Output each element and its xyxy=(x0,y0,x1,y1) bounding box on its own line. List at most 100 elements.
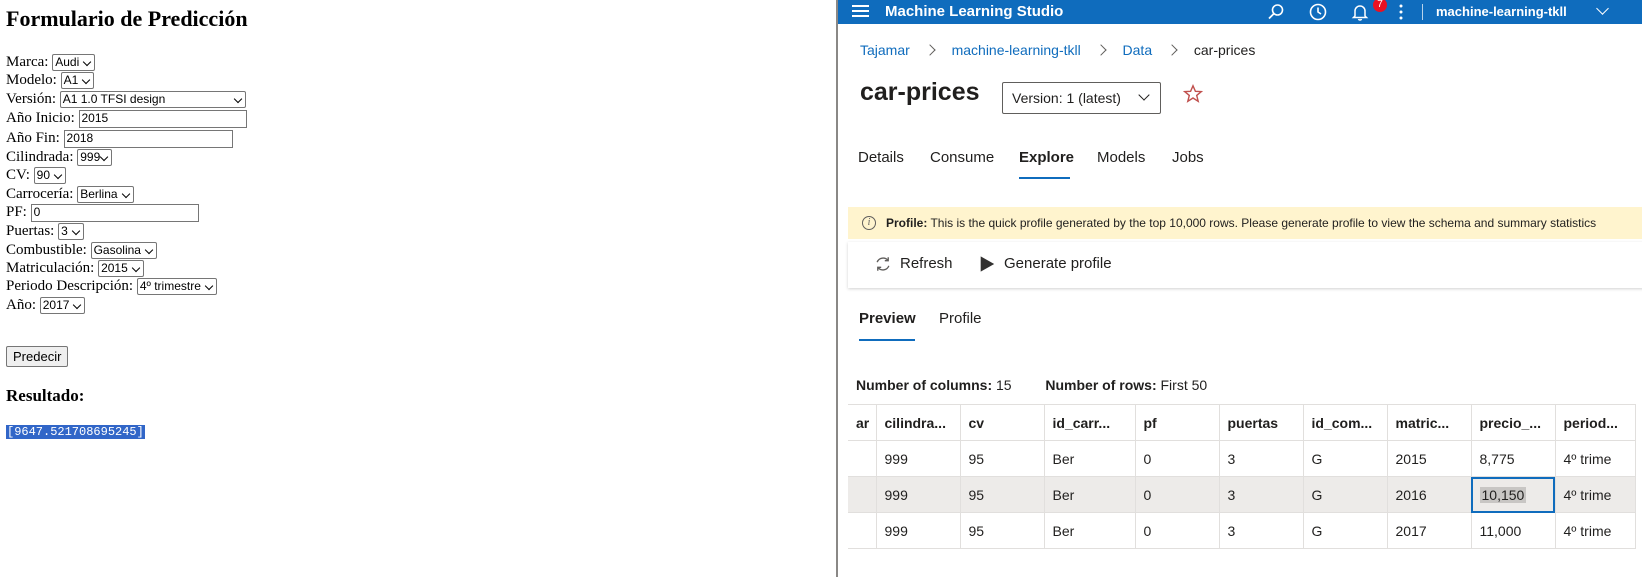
periodo-select[interactable]: 4º trimestre xyxy=(136,278,217,296)
table-cell[interactable] xyxy=(848,440,877,477)
tab-preview[interactable]: Preview xyxy=(859,310,916,327)
column-header[interactable]: precio_... xyxy=(1471,404,1556,441)
tab-profile[interactable]: Profile xyxy=(939,310,982,327)
cv-select[interactable]: 90 xyxy=(33,167,67,185)
table-cell[interactable]: Ber xyxy=(1044,476,1136,513)
table-row[interactable]: 999 95 Ber 0 3 G 2016 10,150 4º trime xyxy=(848,476,1636,513)
table-cell[interactable]: 8,775 xyxy=(1471,440,1556,477)
matriculacion-select[interactable]: 2015 xyxy=(98,260,144,278)
selected-cell-text: 10,150 xyxy=(1479,486,1527,503)
pf-input[interactable]: 0 xyxy=(30,203,199,222)
field-cv: CV: 90 xyxy=(6,166,67,185)
generate-profile-button[interactable]: Generate profile xyxy=(978,255,1112,273)
tab-details[interactable]: Details xyxy=(858,149,904,166)
breadcrumb-current: car-prices xyxy=(1193,42,1256,59)
table-cell[interactable]: G xyxy=(1303,476,1388,513)
columns-value: 15 xyxy=(996,377,1012,393)
table-cell[interactable]: 95 xyxy=(960,476,1045,513)
tab-jobs[interactable]: Jobs xyxy=(1172,149,1204,166)
search-icon[interactable] xyxy=(1266,2,1286,22)
field-marca: Marca: Audi xyxy=(6,53,96,72)
table-cell[interactable]: 999 xyxy=(876,476,961,513)
column-header[interactable]: cilindra... xyxy=(876,404,961,441)
version-dropdown[interactable]: Version: 1 (latest) xyxy=(1002,82,1161,114)
ano-fin-input[interactable]: 2018 xyxy=(63,129,233,148)
table-row[interactable]: 999 95 Ber 0 3 G 2015 8,775 4º trime xyxy=(848,440,1636,477)
table-cell[interactable]: 0 xyxy=(1135,476,1220,513)
active-tab-indicator xyxy=(1019,177,1070,179)
chevron-down-icon[interactable] xyxy=(1596,2,1609,15)
hamburger-menu-icon[interactable] xyxy=(852,5,869,18)
table-cell[interactable]: 4º trime xyxy=(1555,440,1636,477)
cilindrada-select[interactable]: 999 xyxy=(77,149,113,167)
rows-value: First 50 xyxy=(1160,377,1208,393)
column-header[interactable]: puertas xyxy=(1219,404,1304,441)
table-cell[interactable]: 3 xyxy=(1219,440,1304,477)
table-cell[interactable] xyxy=(848,476,877,513)
column-header[interactable]: pf xyxy=(1135,404,1220,441)
table-cell[interactable]: 4º trime xyxy=(1555,476,1636,513)
tab-consume[interactable]: Consume xyxy=(930,149,994,166)
table-cell[interactable]: 2017 xyxy=(1387,512,1472,549)
ano-select[interactable]: 2017 xyxy=(39,297,86,315)
ano-inicio-input[interactable]: 2015 xyxy=(78,109,247,128)
column-header[interactable]: id_com... xyxy=(1303,404,1388,441)
table-cell[interactable]: Ber xyxy=(1044,512,1136,549)
column-header[interactable]: id_carr... xyxy=(1044,404,1136,441)
table-cell[interactable]: 2015 xyxy=(1387,440,1472,477)
carroceria-select[interactable]: Berlina xyxy=(77,186,134,204)
columns-label: Number of columns: xyxy=(856,377,993,393)
command-bar: Refresh Generate profile xyxy=(848,242,1642,288)
table-cell[interactable]: 4º trime xyxy=(1555,512,1636,549)
table-cell[interactable]: 3 xyxy=(1219,512,1304,549)
column-header[interactable]: ar xyxy=(848,404,877,441)
table-cell[interactable] xyxy=(848,512,877,549)
tab-explore[interactable]: Explore xyxy=(1019,149,1074,166)
table-cell[interactable]: 3 xyxy=(1219,476,1304,513)
field-label: Modelo: xyxy=(6,72,57,88)
result-heading: Resultado: xyxy=(6,386,85,405)
workspace-selector[interactable]: machine-learning-tkll xyxy=(1436,4,1567,19)
table-cell[interactable]: 999 xyxy=(876,512,961,549)
field-cilindrada: Cilindrada: 999 xyxy=(6,148,113,167)
breadcrumb-data[interactable]: Data xyxy=(1123,42,1153,58)
table-cell[interactable]: Ber xyxy=(1044,440,1136,477)
breadcrumb-tajamar[interactable]: Tajamar xyxy=(860,42,910,58)
predict-button[interactable]: Predecir xyxy=(6,346,69,367)
column-header[interactable]: period... xyxy=(1555,404,1636,441)
table-row[interactable]: 999 95 Ber 0 3 G 2017 11,000 4º trime xyxy=(848,512,1636,549)
more-options-icon[interactable] xyxy=(1391,2,1411,22)
topbar-divider xyxy=(1422,4,1423,20)
puertas-select[interactable]: 3 xyxy=(58,223,84,241)
table-cell[interactable]: G xyxy=(1303,440,1388,477)
table-cell[interactable]: 999 xyxy=(876,440,961,477)
field-label: Puertas: xyxy=(6,223,55,239)
field-ano: Año: 2017 xyxy=(6,296,86,315)
info-icon: i xyxy=(862,216,876,230)
table-cell[interactable]: 11,000 xyxy=(1471,512,1556,549)
field-carroceria: Carrocería: Berlina xyxy=(6,185,134,204)
version-select[interactable]: A1 1.0 TFSI design xyxy=(59,91,246,109)
refresh-icon xyxy=(876,257,890,271)
table-cell[interactable]: G xyxy=(1303,512,1388,549)
table-cell[interactable]: 95 xyxy=(960,512,1045,549)
favorite-star-icon[interactable] xyxy=(1183,84,1203,104)
history-clock-icon[interactable] xyxy=(1308,2,1328,22)
tab-models[interactable]: Models xyxy=(1097,149,1145,166)
breadcrumb-workspace[interactable]: machine-learning-tkll xyxy=(952,42,1081,58)
modelo-select[interactable]: A1 xyxy=(60,72,95,90)
combustible-select[interactable]: Gasolina xyxy=(90,242,157,260)
field-label: Año: xyxy=(6,297,36,313)
refresh-button[interactable]: Refresh xyxy=(874,255,953,273)
marca-select[interactable]: Audi xyxy=(52,54,96,72)
top-bar: Machine Learning Studio 7 machine-learni… xyxy=(838,0,1642,24)
column-header[interactable]: matric... xyxy=(1387,404,1472,441)
notifications-bell-icon[interactable] xyxy=(1350,2,1370,22)
table-cell[interactable]: 0 xyxy=(1135,440,1220,477)
focused-table-cell[interactable]: 10,150 xyxy=(1471,476,1556,513)
refresh-label: Refresh xyxy=(900,255,953,272)
table-cell[interactable]: 2016 xyxy=(1387,476,1472,513)
table-cell[interactable]: 0 xyxy=(1135,512,1220,549)
column-header[interactable]: cv xyxy=(960,404,1045,441)
table-cell[interactable]: 95 xyxy=(960,440,1045,477)
